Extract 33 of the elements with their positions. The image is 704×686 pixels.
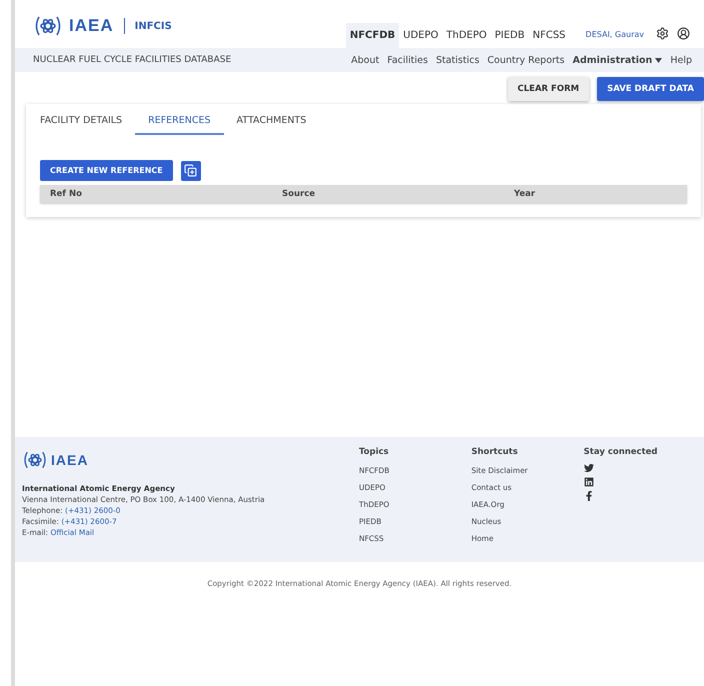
menu-link[interactable]: Statistics bbox=[436, 54, 480, 66]
app-name: INFCIS bbox=[134, 20, 172, 32]
caret-icon bbox=[655, 58, 662, 62]
logo-text: IAEA bbox=[69, 16, 114, 36]
clear-button[interactable]: CLEAR FORM bbox=[508, 77, 590, 101]
database-tab[interactable]: NFCSS bbox=[528, 23, 570, 48]
tab[interactable]: REFERENCES bbox=[135, 108, 224, 135]
menu-link[interactable]: Country Reports bbox=[487, 54, 565, 66]
footer-heading: Topics bbox=[359, 447, 390, 457]
menu-link[interactable]: Help bbox=[670, 54, 692, 66]
menu-dropdown[interactable]: Administration bbox=[572, 54, 662, 66]
tab[interactable]: ATTACHMENTS bbox=[224, 108, 320, 135]
copy-plus-icon bbox=[184, 164, 198, 177]
save-button[interactable]: SAVE DRAFT DATA bbox=[597, 77, 704, 101]
database-tab[interactable]: NFCFDB bbox=[346, 23, 400, 48]
user-link[interactable]: DESAI, Gaurav bbox=[586, 30, 644, 48]
footer-heading: Stay connected bbox=[584, 447, 659, 457]
database-tab[interactable]: PIEDB bbox=[490, 23, 529, 48]
footer-logo-text: IAEA bbox=[51, 452, 88, 468]
database-tab[interactable]: ThDEPO bbox=[442, 23, 491, 48]
create-reference-button[interactable]: CREATE NEW REFERENCE bbox=[40, 160, 173, 181]
add-copy-button[interactable] bbox=[180, 160, 201, 180]
user-avatar-icon[interactable] bbox=[677, 27, 690, 40]
footer-heading: Shortcuts bbox=[471, 447, 519, 457]
tab[interactable]: FACILITY DETAILS bbox=[40, 108, 136, 135]
menu-link[interactable]: About bbox=[351, 54, 380, 66]
menu-link[interactable]: Facilities bbox=[387, 54, 428, 66]
column-header: Ref No bbox=[50, 189, 83, 199]
column-header: Source bbox=[282, 189, 316, 199]
settings-icon[interactable] bbox=[656, 27, 669, 40]
database-tab[interactable]: UDEPO bbox=[399, 23, 442, 48]
database-title: NUCLEAR FUEL CYCLE FACILITIES DATABASE bbox=[33, 55, 232, 65]
column-header: Year bbox=[514, 189, 536, 199]
